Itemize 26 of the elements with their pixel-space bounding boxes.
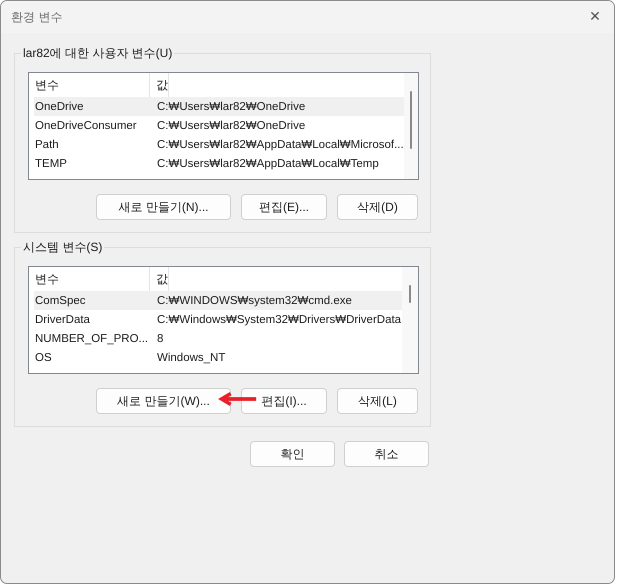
list-row[interactable]: OS Windows_NT <box>34 348 402 367</box>
dialog-button[interactable]: 삭제(D) <box>337 194 418 220</box>
close-button[interactable]: ✕ <box>580 2 610 32</box>
list-row[interactable]: NUMBER_OF_PRO... 8 <box>34 329 402 348</box>
list-row[interactable]: DriverData C:₩Windows₩System32₩Drivers₩DriverData <box>34 310 402 329</box>
list-row[interactable]: Path C:₩Users₩lar82₩AppData₩Local₩Microsof... <box>34 135 404 154</box>
dialog-button[interactable]: 취소 <box>344 441 429 467</box>
list-row[interactable]: TEMP C:₩Users₩lar82₩AppData₩Local₩Temp <box>34 154 404 173</box>
dialog-button[interactable]: 편집(I)... <box>241 388 327 414</box>
dialog-button[interactable]: 새로 만들기(W)... <box>96 388 231 414</box>
window-title: 환경 변수 <box>11 8 62 26</box>
dialog-button[interactable]: 확인 <box>250 441 335 467</box>
variable-list[interactable]: 변수 값 ComSpec C:₩WINDOWS₩system32₩cmd.exe DriverData C:₩Windows₩System32₩Drivers₩DriverData NUMBER_OF_PRO... 8 OS Windows_NT <box>28 266 419 374</box>
scrollbar[interactable] <box>402 267 418 373</box>
scrollbar[interactable] <box>404 73 418 179</box>
dialog-button[interactable]: 새로 만들기(N)... <box>96 194 231 220</box>
dialog-button[interactable]: 편집(E)... <box>241 194 327 220</box>
list-row[interactable]: ComSpec C:₩WINDOWS₩system32₩cmd.exe <box>34 291 402 310</box>
scrollbar-thumb[interactable] <box>410 91 412 149</box>
list-row[interactable]: OneDrive C:₩Users₩lar82₩OneDrive <box>34 97 404 116</box>
dialog-button[interactable]: 삭제(L) <box>337 388 418 414</box>
scrollbar-thumb[interactable] <box>409 285 411 303</box>
list-row[interactable]: OneDriveConsumer C:₩Users₩lar82₩OneDrive <box>34 116 404 135</box>
group-title: 시스템 변수(S) <box>21 239 104 256</box>
variable-list[interactable]: 변수 값 OneDrive C:₩Users₩lar82₩OneDrive OneDriveConsumer C:₩Users₩lar82₩OneDrive Path C:₩Users₩lar82₩AppData₩Local₩Microsof... TEMP C:₩Users₩lar82₩AppData₩Local₩Temp <box>28 72 419 180</box>
group-title: lar82에 대한 사용자 변수(U) <box>21 45 174 62</box>
